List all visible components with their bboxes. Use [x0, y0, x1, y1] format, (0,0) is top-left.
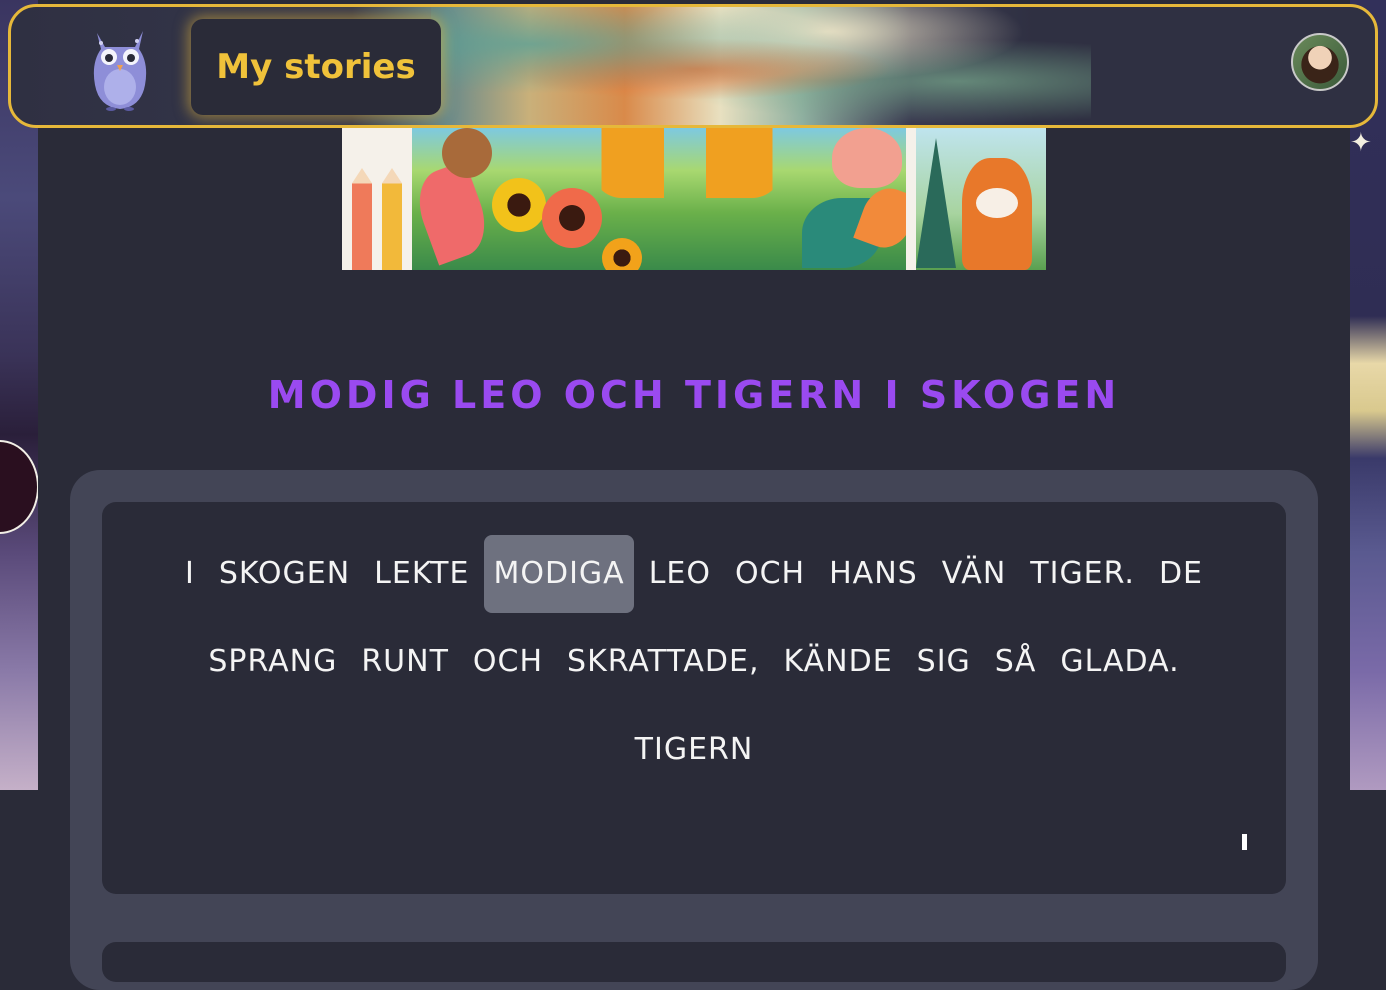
leaf-decoration	[408, 160, 496, 266]
story-word[interactable]: SKOGEN	[210, 535, 359, 613]
story-title: MODIG LEO OCH TIGERN I SKOGEN	[267, 373, 1121, 417]
owl-logo-icon[interactable]	[89, 23, 151, 111]
story-word[interactable]: LEO	[640, 535, 720, 613]
story-word[interactable]: SKRATTADE,	[558, 623, 768, 701]
story-word[interactable]: SIG	[908, 623, 980, 701]
story-word[interactable]: OCH	[726, 535, 814, 613]
top-nav-bar: My stories	[8, 4, 1378, 128]
panel-divider	[906, 128, 916, 270]
flower-decoration	[492, 178, 546, 232]
fox-illustration	[962, 158, 1032, 270]
my-stories-button[interactable]: My stories	[191, 19, 441, 115]
flower-decoration	[602, 238, 642, 270]
story-word[interactable]: VÄN	[933, 535, 1016, 613]
story-word[interactable]: LEKTE	[365, 535, 478, 613]
text-cursor-icon	[1242, 834, 1247, 850]
story-text-panel: I SKOGEN LEKTE MODIGA LEO OCH HANS VÄN TIGER. DE …	[102, 502, 1286, 894]
user-avatar[interactable]	[1291, 33, 1349, 91]
story-word[interactable]: TIGER.	[1021, 535, 1144, 613]
story-word[interactable]: DE	[1150, 535, 1212, 613]
pencils-illustration	[342, 128, 412, 270]
story-word[interactable]: MODIGA	[484, 535, 634, 613]
next-story-panel	[102, 942, 1286, 982]
moon-decoration	[0, 440, 38, 534]
header-background-art	[431, 7, 1091, 125]
story-word[interactable]: KÄNDE	[774, 623, 901, 701]
pencil-red	[352, 168, 372, 270]
flower-decoration	[542, 188, 602, 248]
story-word[interactable]: SÅ	[986, 623, 1046, 701]
story-line: SPRANG RUNT OCH SKRATTADE, KÄNDE SIG SÅ GLADA.	[102, 622, 1286, 702]
fox-panel	[916, 128, 1046, 270]
monkey-illustration	[442, 128, 492, 178]
story-word[interactable]: GLADA.	[1051, 623, 1188, 701]
boots-illustration	[592, 128, 782, 198]
bunny-illustration	[832, 128, 902, 188]
story-word[interactable]: HANS	[820, 535, 927, 613]
story-cover-image	[342, 128, 1046, 270]
story-word[interactable]: OCH	[464, 623, 552, 701]
story-word[interactable]: RUNT	[352, 623, 458, 701]
pencil-yellow	[382, 168, 402, 270]
tree-illustration	[916, 138, 956, 268]
story-word[interactable]: I	[176, 535, 204, 613]
star-icon: ✦	[1350, 128, 1372, 158]
story-word[interactable]: TIGERN	[626, 711, 763, 789]
story-line: I SKOGEN LEKTE MODIGA LEO OCH HANS VÄN TIGER. DE	[102, 534, 1286, 614]
story-word[interactable]: SPRANG	[199, 623, 346, 701]
story-line: TIGERN	[102, 710, 1286, 790]
